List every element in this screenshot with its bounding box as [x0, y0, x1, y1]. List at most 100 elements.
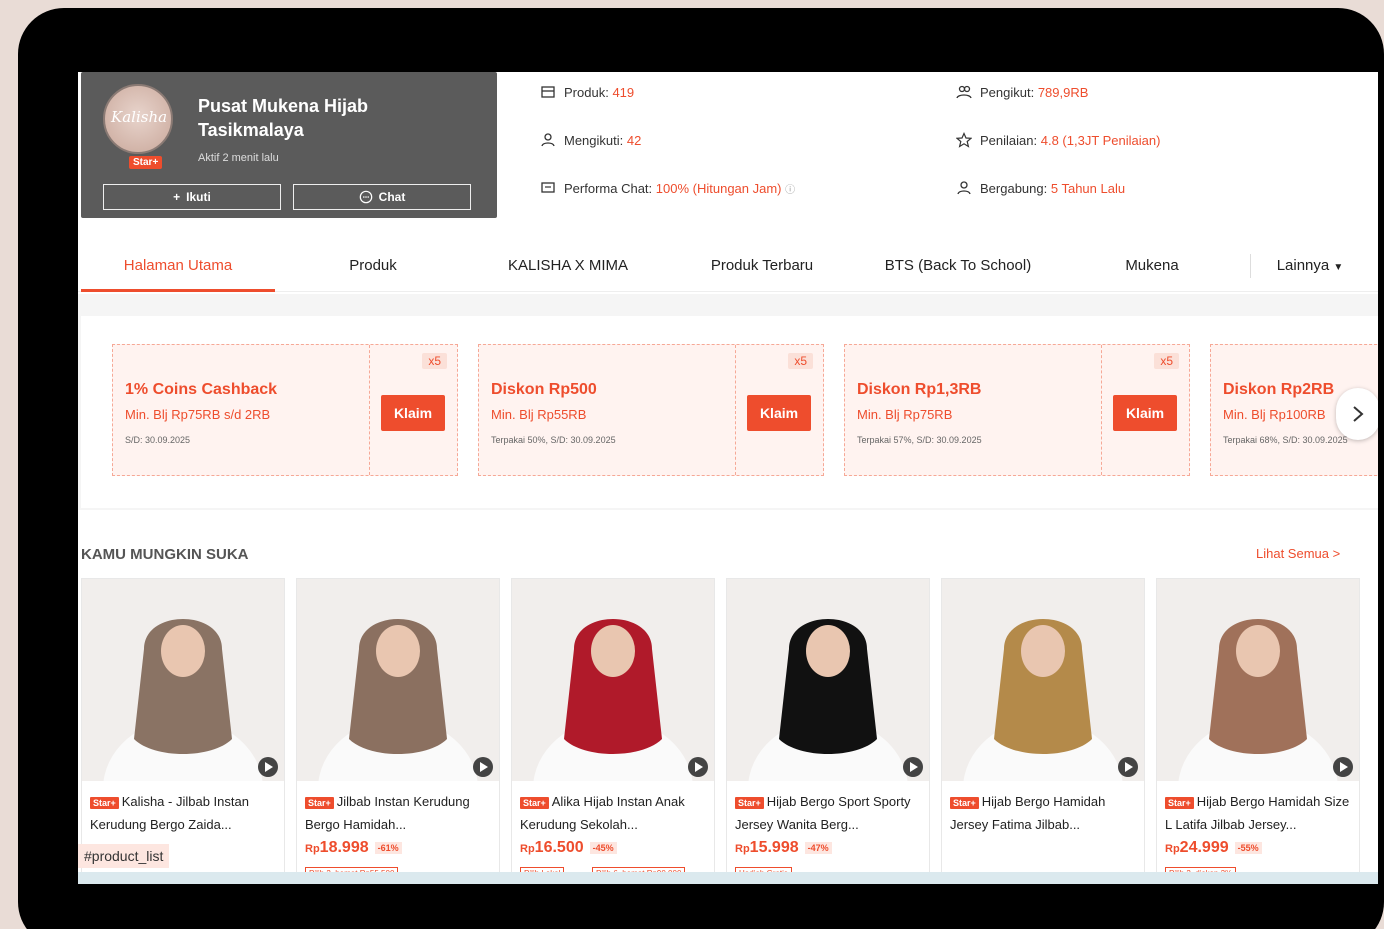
claim-button[interactable]: Klaim [1113, 395, 1177, 431]
voucher-title: 1% Coins Cashback [125, 381, 278, 398]
voucher-divider [1101, 345, 1102, 475]
tab-lainnya[interactable]: Lainnya ▼ [1258, 240, 1362, 292]
bottom-strip [78, 872, 1378, 884]
star-icon [956, 132, 972, 148]
shop-logo-text: Kalisha [111, 108, 168, 126]
voucher-multiplier: x5 [1154, 353, 1179, 369]
product-card[interactable]: Star+ Hijab Bergo Hamidah Size L Latifa J… [1156, 578, 1360, 884]
product-image[interactable] [727, 579, 929, 781]
voucher-note: Terpakai 57%, S/D: 30.09.2025 [857, 435, 982, 445]
follow-button[interactable]: + Ikuti [103, 184, 281, 210]
product-name: Star+ Hijab Bergo Hamidah Size L Latifa J… [1165, 791, 1353, 833]
voucher-title: Diskon Rp500 [491, 381, 597, 398]
tab-mukena[interactable]: Mukena [1098, 240, 1206, 292]
product-price: Rp24.999 -55% [1165, 839, 1262, 857]
claim-button[interactable]: Klaim [381, 395, 445, 431]
voucher-divider [369, 345, 370, 475]
play-video-icon[interactable] [258, 757, 278, 777]
stat-label: Performa Chat: [564, 180, 653, 196]
product-card[interactable]: Star+ Alika Hijab Instan Anak Kerudung Se… [511, 578, 715, 884]
see-all-link[interactable]: Lihat Semua > [1256, 546, 1340, 561]
caret-down-icon: ▼ [1333, 262, 1344, 273]
chat-button[interactable]: Chat [293, 184, 471, 210]
stat-value: 42 [626, 132, 642, 148]
stat-label: Penilaian: [980, 132, 1038, 148]
shop-icon [541, 86, 555, 98]
stat-value: 5 Tahun Lalu [1050, 180, 1126, 196]
shop-avatar[interactable]: Kalisha [103, 84, 173, 154]
claim-button[interactable]: Klaim [747, 395, 811, 431]
play-video-icon[interactable] [473, 757, 493, 777]
product-image[interactable] [942, 579, 1144, 781]
tab-divider [1250, 254, 1251, 278]
price-value: 24.999 [1179, 839, 1229, 856]
stat-mengikuti: Mengikuti: 42 [540, 132, 641, 148]
shop-name: Pusat Mukena Hijab Tasikmalaya [198, 96, 369, 140]
voucher-note: Terpakai 50%, S/D: 30.09.2025 [491, 435, 616, 445]
play-video-icon[interactable] [1333, 757, 1353, 777]
product-name: Star+ Alika Hijab Instan Anak Kerudung Se… [520, 791, 708, 833]
star-plus-badge: Star+ [735, 797, 764, 809]
voucher-divider [735, 345, 736, 475]
chevron-right-icon [1353, 406, 1364, 422]
play-video-icon[interactable] [903, 757, 923, 777]
discount-badge: -47% [804, 841, 832, 854]
currency: Rp [305, 843, 320, 855]
tablet-frame: Kalisha Star+ Pusat Mukena Hijab Tasikma… [18, 8, 1384, 929]
voucher-card: x5 Diskon Rp1,3RB Min. Blj Rp75RB Terpakai … [844, 344, 1190, 476]
tab-produk-terbaru[interactable]: Produk Terbaru [678, 240, 846, 292]
stat-value: 789,9RB [1037, 84, 1089, 100]
voucher-title: Diskon Rp1,3RB [857, 381, 982, 398]
star-plus-badge: Star+ [129, 156, 163, 169]
voucher-multiplier: x5 [422, 353, 447, 369]
star-plus-badge: Star+ [305, 797, 334, 809]
tab-kalisha-x-mima[interactable]: KALISHA X MIMA [478, 240, 658, 292]
shop-active-status: Aktif 2 menit lalu [198, 152, 279, 164]
info-icon[interactable]: ⓘ [785, 185, 795, 196]
voucher-min-spend: Min. Blj Rp75RB s/d 2RB [125, 407, 271, 422]
chat-bubble-icon [359, 190, 372, 204]
product-name: Star+ Hijab Bergo Sport Sporty Jersey Wan… [735, 791, 923, 833]
shop-tabs: Halaman Utama Produk KALISHA X MIMA Prod… [78, 240, 1378, 292]
stat-label: Bergabung: [980, 180, 1048, 196]
voucher-note: Terpakai 68%, S/D: 30.09.2025 [1223, 435, 1348, 445]
product-image[interactable] [1157, 579, 1359, 781]
product-card[interactable]: Star+ Jilbab Instan Kerudung Bergo Hamida… [296, 578, 500, 884]
product-image[interactable] [297, 579, 499, 781]
tab-produk[interactable]: Produk [278, 240, 468, 292]
stat-pengikut: Pengikut: 789,9RB [956, 84, 1088, 100]
product-image[interactable] [82, 579, 284, 781]
play-video-icon[interactable] [688, 757, 708, 777]
voucher-min-spend: Min. Blj Rp100RB [1223, 407, 1326, 422]
voucher-next-button[interactable] [1336, 388, 1378, 440]
product-card[interactable]: Star+ Hijab Bergo Hamidah Jersey Fatima J… [941, 578, 1145, 884]
stat-label: Mengikuti: [564, 132, 624, 148]
product-image[interactable] [512, 579, 714, 781]
stat-value: 4.8 (1,3JT Penilaian) [1040, 132, 1161, 148]
chat-label: Chat [378, 190, 406, 204]
play-video-icon[interactable] [1118, 757, 1138, 777]
stat-penilaian: Penilaian: 4.8 (1,3JT Penilaian) [956, 132, 1160, 148]
chat-icon [541, 182, 555, 193]
voucher-multiplier: x5 [788, 353, 813, 369]
product-card[interactable]: Star+ Kalisha - Jilbab Instan Kerudung Be… [81, 578, 285, 884]
currency: Rp [1165, 843, 1180, 855]
person-join-icon [957, 181, 971, 195]
stat-bergabung: Bergabung: 5 Tahun Lalu [956, 180, 1125, 196]
stat-chat-performance: Performa Chat: 100% (Hitungan Jam) ⓘ [540, 180, 795, 196]
voucher-note: S/D: 30.09.2025 [125, 435, 191, 445]
discount-badge: -45% [589, 841, 617, 854]
product-list-anchor: #product_list [78, 844, 170, 868]
plus-icon: + [173, 190, 181, 204]
product-card[interactable]: Star+ Hijab Bergo Sport Sporty Jersey Wan… [726, 578, 930, 884]
product-name: Star+ Hijab Bergo Hamidah Jersey Fatima J… [950, 791, 1138, 833]
stat-label: Produk: [564, 84, 609, 100]
star-plus-badge: Star+ [950, 797, 979, 809]
stat-value: 419 [612, 84, 635, 100]
tab-bts[interactable]: BTS (Back To School) [868, 240, 1048, 292]
product-price: Rp18.998 -61% [305, 839, 402, 857]
tab-halaman-utama[interactable]: Halaman Utama [81, 240, 275, 292]
voucher-min-spend: Min. Blj Rp55RB [491, 407, 587, 422]
tab-lainnya-label: Lainnya [1276, 257, 1330, 274]
voucher-min-spend: Min. Blj Rp75RB [857, 407, 953, 422]
